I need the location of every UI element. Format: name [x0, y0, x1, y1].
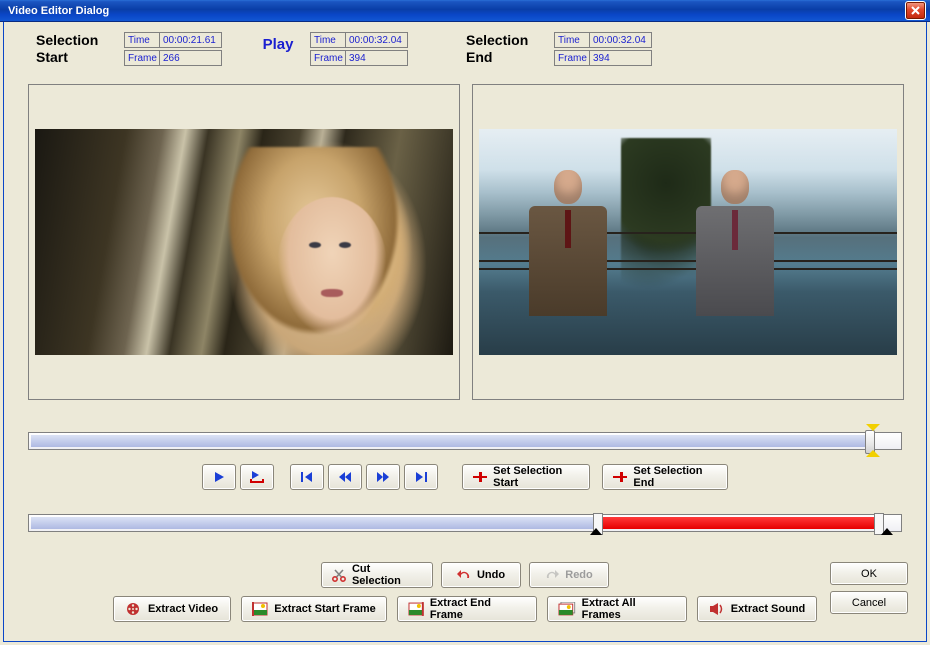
film-reel-icon [126, 602, 142, 616]
preview-end [472, 84, 904, 400]
play-marker-top-icon [866, 424, 880, 431]
header-row: Selection Start Time00:00:21.61 Frame266… [36, 32, 908, 68]
undo-icon [457, 569, 471, 581]
skip-last-icon [414, 471, 428, 483]
extract-video-button[interactable]: Extract Video [113, 596, 231, 622]
extract-all-frames-button[interactable]: Extract All Frames [547, 596, 687, 622]
titlebar: Video Editor Dialog [0, 0, 930, 22]
close-icon [911, 6, 920, 15]
extract-row: Extract Video Extract Start Frame Extrac… [4, 596, 926, 622]
client-area: Selection Start Time00:00:21.61 Frame266… [3, 22, 927, 642]
play-marker-bottom-icon [866, 450, 880, 457]
selection-start-label: Selection Start [36, 32, 98, 66]
picture-stack-icon [558, 602, 576, 616]
selection-start-frame: 266 [160, 50, 222, 66]
speaker-icon [709, 602, 725, 616]
set-selection-end-label: Set Selection End [633, 465, 717, 489]
cancel-button[interactable]: Cancel [830, 591, 908, 614]
extract-all-frames-label: Extract All Frames [582, 597, 676, 621]
preview-start [28, 84, 460, 400]
play-button[interactable] [202, 464, 236, 490]
selection-end-readout: Time00:00:32.04 Frame394 [554, 32, 652, 68]
extract-start-frame-label: Extract Start Frame [274, 603, 376, 615]
label-time: Time [124, 32, 160, 48]
picture-frame-icon [252, 602, 268, 616]
selection-end-frame: 394 [590, 50, 652, 66]
next-frame-button[interactable] [366, 464, 400, 490]
extract-start-frame-button[interactable]: Extract Start Frame [241, 596, 387, 622]
play-position-track[interactable] [28, 432, 902, 450]
play-selection-button[interactable] [240, 464, 274, 490]
rewind-icon [338, 471, 352, 483]
selection-start-time: 00:00:21.61 [160, 32, 222, 48]
selection-start-handle[interactable] [593, 513, 603, 535]
fast-forward-icon [376, 471, 390, 483]
play-selection-icon [249, 470, 265, 484]
set-selection-start-button[interactable]: Set Selection Start [462, 464, 590, 490]
play-label: Play [263, 36, 294, 53]
cut-selection-label: Cut Selection [352, 563, 422, 587]
selection-start-readout: Time00:00:21.61 Frame266 [124, 32, 222, 68]
dialog-buttons: OK Cancel [830, 562, 908, 614]
label-frame: Frame [124, 50, 160, 66]
picture-frame-icon [408, 602, 424, 616]
label-frame: Frame [310, 50, 346, 66]
play-icon [213, 471, 225, 483]
set-selection-start-label: Set Selection Start [493, 465, 579, 489]
redo-button[interactable]: Redo [529, 562, 609, 588]
ok-button[interactable]: OK [830, 562, 908, 585]
skip-first-icon [300, 471, 314, 483]
extract-sound-label: Extract Sound [731, 603, 806, 615]
undo-button[interactable]: Undo [441, 562, 521, 588]
selection-track[interactable] [28, 514, 902, 532]
cancel-label: Cancel [852, 597, 886, 609]
preview-end-thumb [479, 129, 897, 355]
selection-end-marker-icon [613, 471, 627, 483]
play-readout: Time00:00:32.04 Frame394 [310, 32, 408, 68]
extract-end-frame-label: Extract End Frame [430, 597, 526, 621]
selection-end-handle[interactable] [874, 513, 884, 535]
selection-end-label: Selection End [466, 32, 528, 66]
last-frame-button[interactable] [404, 464, 438, 490]
prev-frame-button[interactable] [328, 464, 362, 490]
first-frame-button[interactable] [290, 464, 324, 490]
selection-end-time: 00:00:32.04 [590, 32, 652, 48]
extract-end-frame-button[interactable]: Extract End Frame [397, 596, 537, 622]
undo-label: Undo [477, 569, 505, 581]
play-time: 00:00:32.04 [346, 32, 408, 48]
edit-row: Cut Selection Undo Redo [4, 562, 926, 588]
set-selection-end-button[interactable]: Set Selection End [602, 464, 728, 490]
close-button[interactable] [905, 1, 926, 20]
extract-sound-button[interactable]: Extract Sound [697, 596, 817, 622]
label-frame: Frame [554, 50, 590, 66]
label-time: Time [554, 32, 590, 48]
play-frame: 394 [346, 50, 408, 66]
scissors-icon [332, 568, 346, 582]
selection-start-marker-icon [473, 471, 487, 483]
label-time: Time [310, 32, 346, 48]
preview-start-thumb [35, 129, 453, 355]
window-title: Video Editor Dialog [4, 5, 905, 17]
extract-video-label: Extract Video [148, 603, 218, 615]
transport-controls: Set Selection Start Set Selection End [4, 464, 926, 490]
redo-icon [545, 569, 559, 581]
ok-label: OK [861, 568, 877, 580]
cut-selection-button[interactable]: Cut Selection [321, 562, 433, 588]
redo-label: Redo [565, 569, 593, 581]
